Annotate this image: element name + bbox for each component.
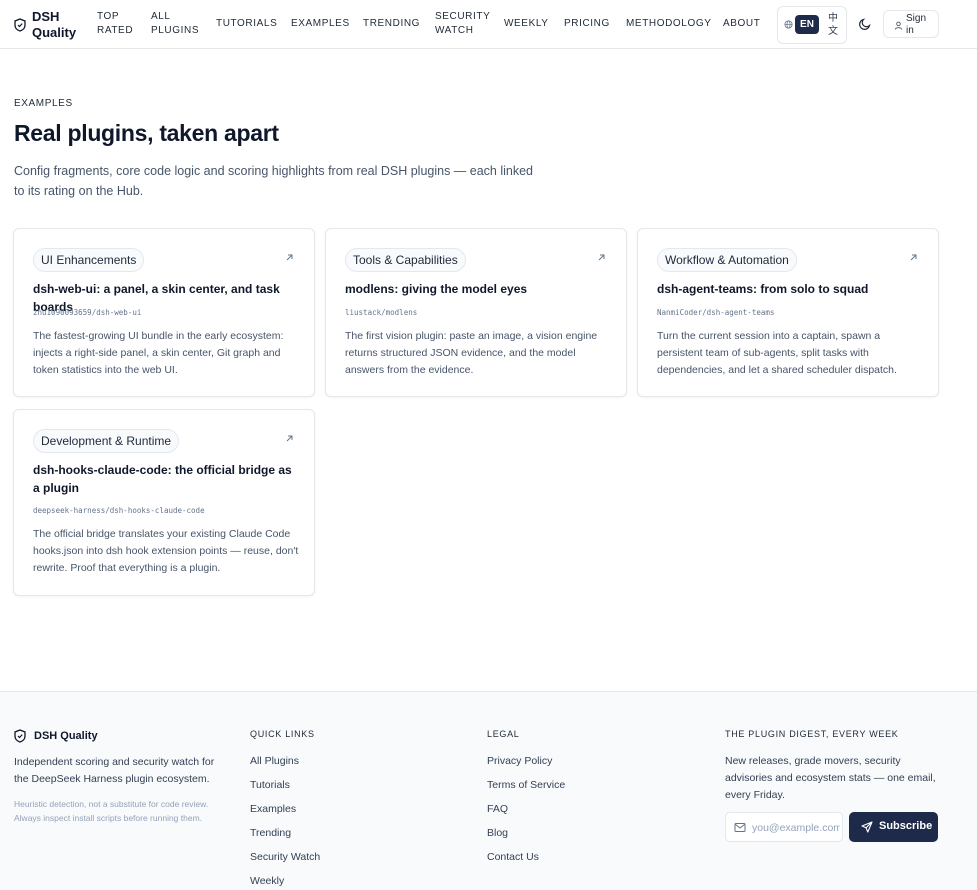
card-repo: liustack/modlens — [345, 308, 418, 317]
arrow-up-right-icon — [598, 254, 605, 261]
footer-link-privacy[interactable]: Privacy Policy — [487, 755, 552, 767]
card-title: modlens: giving the model eyes — [345, 282, 528, 296]
nav-tutorials[interactable]: Tutorials — [216, 17, 277, 31]
card-description: The official bridge translates your exis… — [33, 528, 299, 574]
category-tag: Development & Runtime — [33, 429, 180, 453]
footer-link-faq[interactable]: FAQ — [487, 803, 508, 815]
card-repo: zhu1090093659/dsh-web-ui — [33, 308, 142, 317]
arrow-up-right-icon — [286, 435, 293, 442]
shield-icon — [14, 729, 26, 743]
legal-heading: LEGAL — [487, 729, 520, 739]
lang-en-button[interactable]: EN — [795, 15, 819, 34]
language-switcher: EN 中文 — [777, 6, 847, 44]
footer-link-contact[interactable]: Contact Us — [487, 851, 539, 863]
footer-link-examples[interactable]: Examples — [250, 803, 296, 815]
footer-brand-name: DSH Quality — [34, 730, 98, 742]
footer-link-tutorials[interactable]: Tutorials — [250, 779, 290, 791]
footer-link-weekly[interactable]: Weekly — [250, 875, 284, 887]
shield-icon — [14, 18, 26, 32]
footer-link-blog[interactable]: Blog — [487, 827, 508, 839]
example-card-dsh-agent-teams[interactable]: Workflow & Automation dsh-agent-teams: f… — [637, 228, 939, 397]
card-title: dsh-agent-teams: from solo to squad — [657, 282, 869, 296]
quick-links-heading: QUICK LINKS — [250, 729, 315, 739]
example-card-modlens[interactable]: Tools & Capabilities modlens: giving the… — [325, 228, 627, 397]
category-tag: UI Enhancements — [33, 248, 145, 272]
arrow-up-right-icon — [910, 254, 917, 261]
footer-brand[interactable]: DSH Quality — [14, 729, 98, 743]
footer-link-trending[interactable]: Trending — [250, 827, 291, 839]
example-card-dsh-web-ui[interactable]: UI Enhancements dsh-web-ui: a panel, a s… — [13, 228, 315, 397]
nav-methodology[interactable]: Methodology — [626, 17, 712, 31]
card-repo: NanmiCoder/dsh-agent-teams — [657, 308, 775, 317]
user-icon — [894, 21, 903, 30]
footer-link-security-watch[interactable]: Security Watch — [250, 851, 320, 863]
subscribe-label: Subscribe — [879, 820, 933, 832]
page-subtitle: Config fragments, core code logic and sc… — [14, 164, 534, 198]
brand-name: DSH Quality — [32, 9, 77, 40]
category-tag: Workflow & Automation — [657, 248, 797, 272]
sign-in-label: Sign in — [906, 13, 927, 36]
site-header: DSH Quality Top Rated All Plugins Tutori… — [0, 0, 977, 49]
subscribe-button[interactable]: Subscribe — [849, 812, 938, 842]
lang-zh-button[interactable]: 中文 — [828, 12, 838, 38]
site-footer: DSH Quality Independent scoring and secu… — [0, 691, 977, 890]
moon-icon[interactable] — [858, 17, 872, 31]
nav-top-rated[interactable]: Top Rated — [97, 10, 137, 38]
footer-disclaimer: Heuristic detection, not a substitute fo… — [14, 799, 209, 823]
category-tag: Tools & Capabilities — [345, 248, 466, 272]
footer-tagline: Independent scoring and security watch f… — [14, 756, 215, 785]
nav-about[interactable]: About — [723, 17, 760, 31]
digest-description: New releases, grade movers, security adv… — [725, 755, 936, 801]
email-field — [725, 812, 843, 842]
page-title: Real plugins, taken apart — [14, 120, 279, 146]
card-title: dsh-hooks-claude-code: the official brid… — [33, 463, 292, 495]
card-description: Turn the current session into a captain,… — [657, 330, 897, 376]
nav-trending[interactable]: Trending — [363, 17, 420, 31]
example-card-dsh-hooks-claude-code[interactable]: Development & Runtime dsh-hooks-claude-c… — [13, 409, 315, 596]
nav-pricing[interactable]: Pricing — [564, 17, 610, 31]
send-icon — [861, 821, 873, 833]
sign-in-button[interactable]: Sign in — [883, 10, 939, 38]
nav-security-watch[interactable]: Security Watch — [435, 10, 490, 38]
footer-link-terms[interactable]: Terms of Service — [487, 779, 565, 791]
digest-heading: THE PLUGIN DIGEST, EVERY WEEK — [725, 729, 899, 739]
email-input[interactable] — [752, 818, 840, 837]
section-eyebrow: EXAMPLES — [14, 98, 73, 109]
brand-logo[interactable]: DSH Quality — [14, 9, 76, 41]
globe-icon — [784, 20, 793, 29]
arrow-up-right-icon — [286, 254, 293, 261]
card-description: The fastest-growing UI bundle in the ear… — [33, 330, 284, 376]
mail-icon — [734, 823, 746, 832]
card-description: The first vision plugin: paste an image,… — [345, 330, 598, 376]
footer-link-all-plugins[interactable]: All Plugins — [250, 755, 299, 767]
nav-all-plugins[interactable]: All Plugins — [151, 10, 199, 38]
card-repo: deepseek-harness/dsh-hooks-claude-code — [33, 506, 205, 515]
nav-examples[interactable]: Examples — [291, 17, 350, 31]
nav-weekly[interactable]: Weekly — [504, 17, 549, 31]
